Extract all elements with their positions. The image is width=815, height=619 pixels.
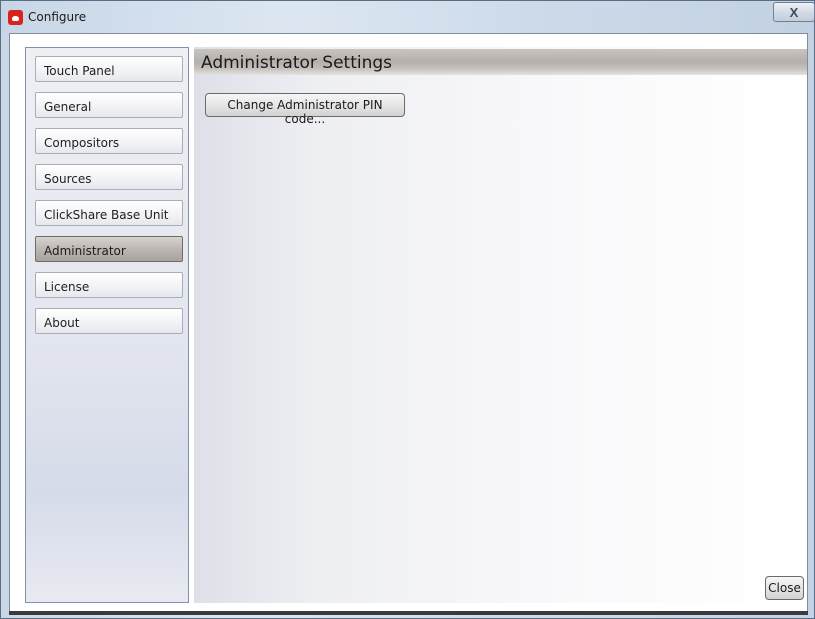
- close-icon: X: [789, 4, 799, 20]
- sidebar-item-compositors[interactable]: Compositors: [35, 128, 183, 154]
- change-admin-pin-button[interactable]: Change Administrator PIN code...: [205, 93, 405, 126]
- title-bar[interactable]: Configure X: [1, 1, 815, 33]
- sidebar-item-general[interactable]: General: [35, 92, 183, 118]
- sidebar-item-administrator[interactable]: Administrator: [35, 236, 183, 262]
- sidebar-item-touch-panel[interactable]: Touch Panel: [35, 56, 183, 82]
- window-bottom-frame: [9, 611, 808, 615]
- configure-window: Configure X Touch Panel General Composit…: [0, 0, 815, 619]
- sidebar-item-sources[interactable]: Sources: [35, 164, 183, 190]
- sidebar-item-about[interactable]: About: [35, 308, 183, 334]
- window-close-button[interactable]: X: [773, 2, 815, 22]
- page-title: Administrator Settings: [201, 53, 393, 73]
- sidebar-item-license[interactable]: License: [35, 272, 183, 298]
- close-button[interactable]: Close: [765, 576, 804, 600]
- window-title: Configure: [28, 10, 87, 24]
- app-icon: [8, 10, 23, 25]
- section-header-bar: Administrator Settings: [194, 49, 807, 75]
- sidebar-item-clickshare-base-unit[interactable]: ClickShare Base Unit: [35, 200, 183, 226]
- settings-content-panel: Administrator Settings Change Administra…: [194, 47, 807, 603]
- settings-sidebar: Touch Panel General Compositors Sources …: [25, 47, 189, 603]
